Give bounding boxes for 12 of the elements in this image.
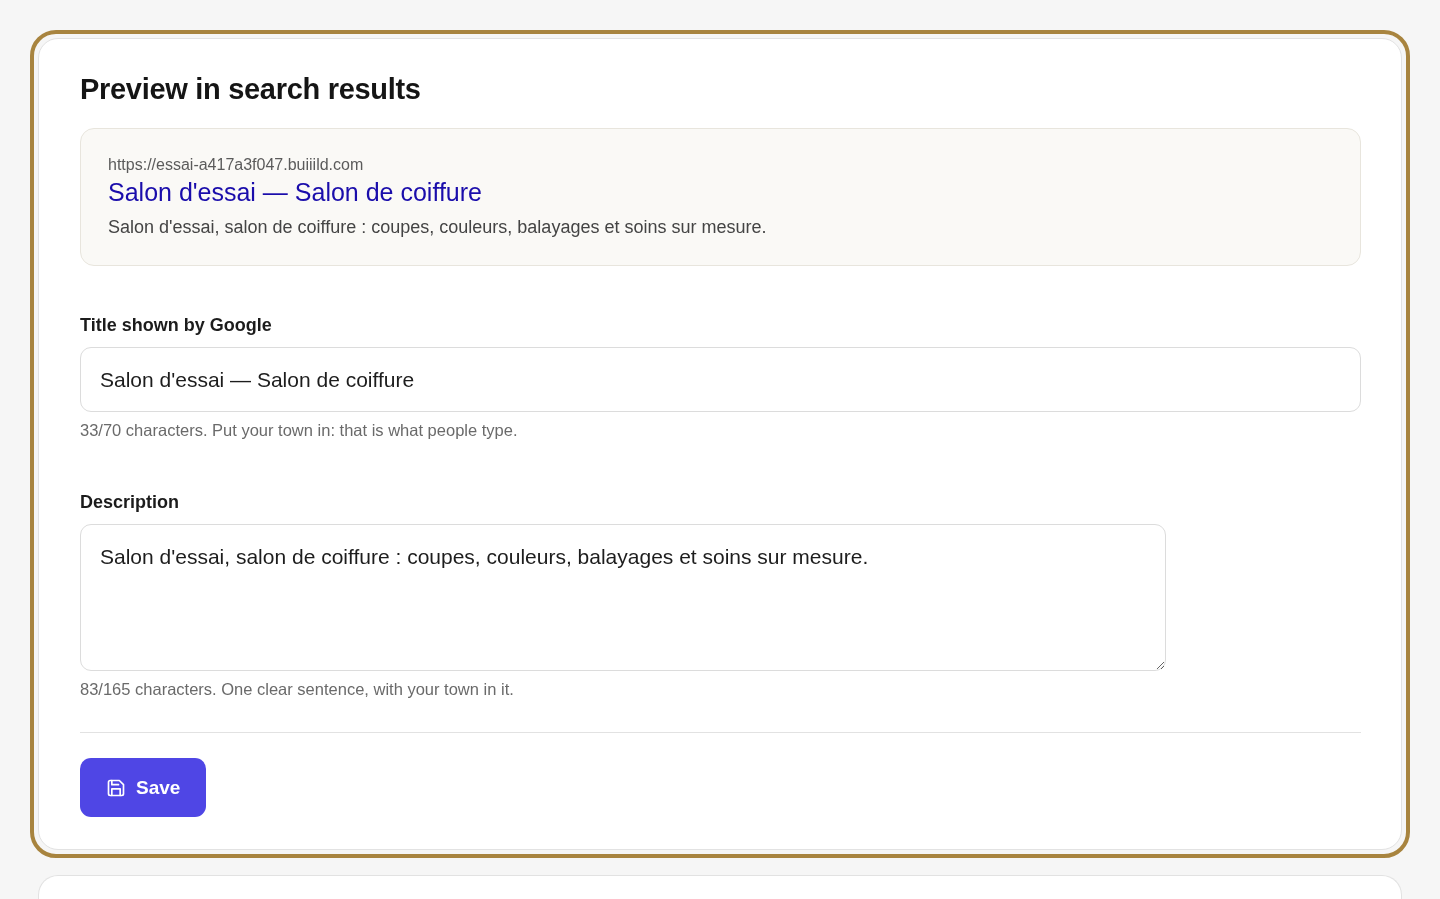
- field-hint: 83/165 characters. One clear sentence, with your town in it.: [80, 680, 514, 699]
- title-field[interactable]: Salon d'essai — Salon de coiffure: [80, 347, 1361, 412]
- field-label: Description: [80, 492, 180, 513]
- preview-title: Salon d'essai — Salon de coiffure: [108, 178, 482, 207]
- description-field[interactable]: Salon d'essai, salon de coiffure : coupes, couleurs, balayages et soins sur mesure.: [80, 524, 1166, 671]
- field-hint: 33/70 characters. Put your town in: that is what people type.: [80, 421, 518, 440]
- field-label: Title shown by Google: [80, 315, 272, 336]
- section-heading: Preview in search results: [80, 73, 422, 106]
- preview-url: https://essai-a417a3f047.buiiild.com: [108, 156, 364, 174]
- save-icon: [106, 777, 126, 798]
- save-button[interactable]: Save: [80, 758, 207, 817]
- preview-description: Salon d'essai, salon de coiffure : coupes, couleurs, balayages et soins sur mesure.: [108, 217, 767, 238]
